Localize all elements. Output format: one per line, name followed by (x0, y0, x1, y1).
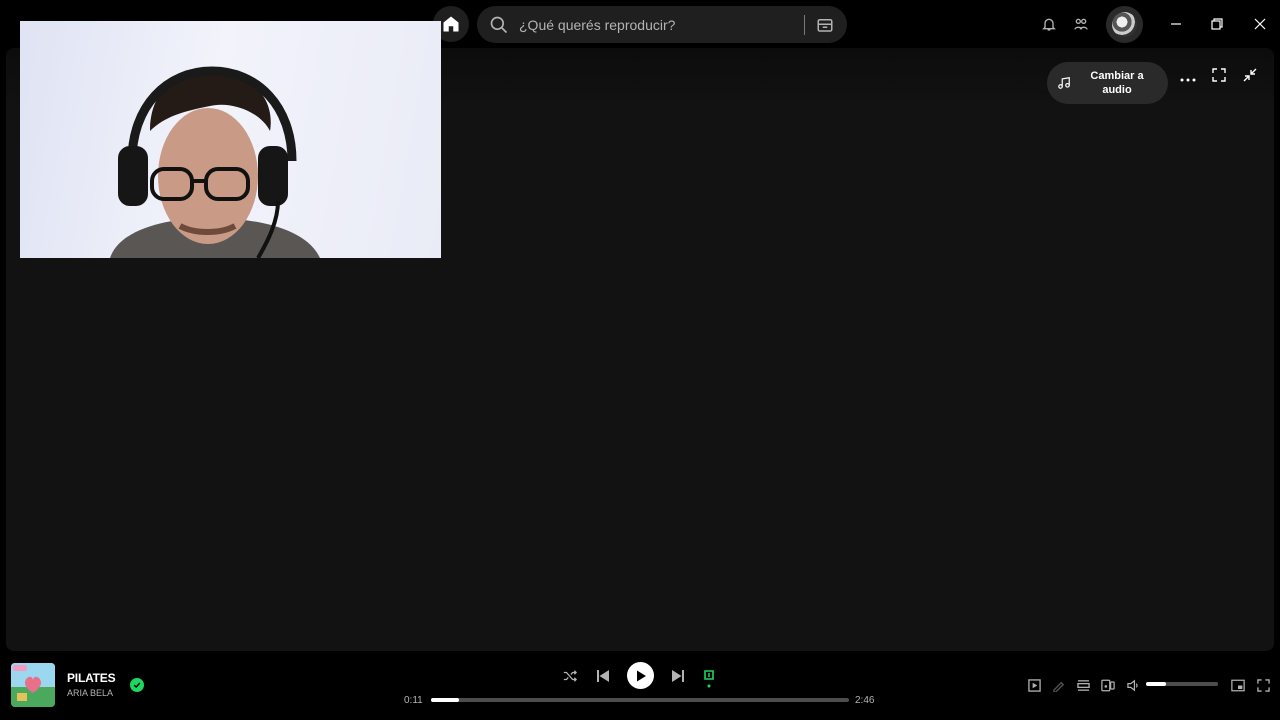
music-note-icon (1058, 77, 1070, 89)
volume-fill (1146, 682, 1167, 686)
queue-icon[interactable] (1075, 677, 1091, 693)
avatar[interactable] (1106, 6, 1143, 43)
track-title[interactable]: PILATES (67, 671, 116, 685)
webcam-person-image (110, 66, 320, 258)
switch-to-audio-button[interactable]: Cambiar a audio (1047, 62, 1168, 104)
miniplayer-icon[interactable] (1230, 677, 1246, 693)
volume-slider[interactable] (1146, 682, 1218, 686)
previous-icon[interactable] (595, 668, 611, 684)
more-icon[interactable] (1176, 68, 1200, 92)
volume-icon[interactable] (1125, 677, 1141, 693)
fullscreen-icon[interactable] (1207, 63, 1231, 87)
collapse-icon[interactable] (1238, 63, 1262, 87)
total-time: 2:46 (855, 695, 875, 706)
browse-icon (817, 18, 833, 32)
album-cover-image (11, 663, 55, 707)
search-bar[interactable] (477, 6, 847, 43)
bell-icon[interactable] (1037, 12, 1061, 36)
elapsed-time: 0:11 (404, 695, 423, 706)
restore-icon[interactable] (1205, 12, 1229, 36)
friends-icon[interactable] (1069, 12, 1093, 36)
home-icon (443, 16, 459, 32)
minimize-icon[interactable] (1164, 12, 1188, 36)
track-artist[interactable]: ARIA BELA (67, 688, 113, 698)
webcam-overlay (20, 21, 441, 258)
spotify-window: ‹ › (0, 0, 1280, 720)
player-fullscreen-icon[interactable] (1255, 677, 1271, 693)
play-icon (636, 670, 646, 681)
progress-fill (431, 698, 459, 702)
search-divider (804, 14, 805, 35)
connect-device-icon[interactable] (1100, 677, 1116, 693)
lyrics-icon[interactable] (1050, 677, 1066, 693)
progress-bar[interactable] (431, 698, 849, 702)
search-input[interactable] (519, 6, 804, 43)
saved-check-icon[interactable] (130, 678, 144, 692)
switch-to-audio-label: Cambiar a audio (1090, 70, 1144, 96)
next-icon[interactable] (670, 668, 686, 684)
repeat-icon[interactable] (701, 667, 717, 689)
browse-button[interactable] (811, 11, 839, 39)
avatar-image (1112, 12, 1137, 37)
shuffle-icon[interactable] (562, 668, 578, 684)
search-icon (479, 6, 519, 43)
now-playing-view-icon[interactable] (1026, 677, 1042, 693)
play-button[interactable] (627, 662, 654, 689)
close-icon[interactable] (1248, 12, 1272, 36)
album-cover[interactable] (11, 663, 55, 707)
